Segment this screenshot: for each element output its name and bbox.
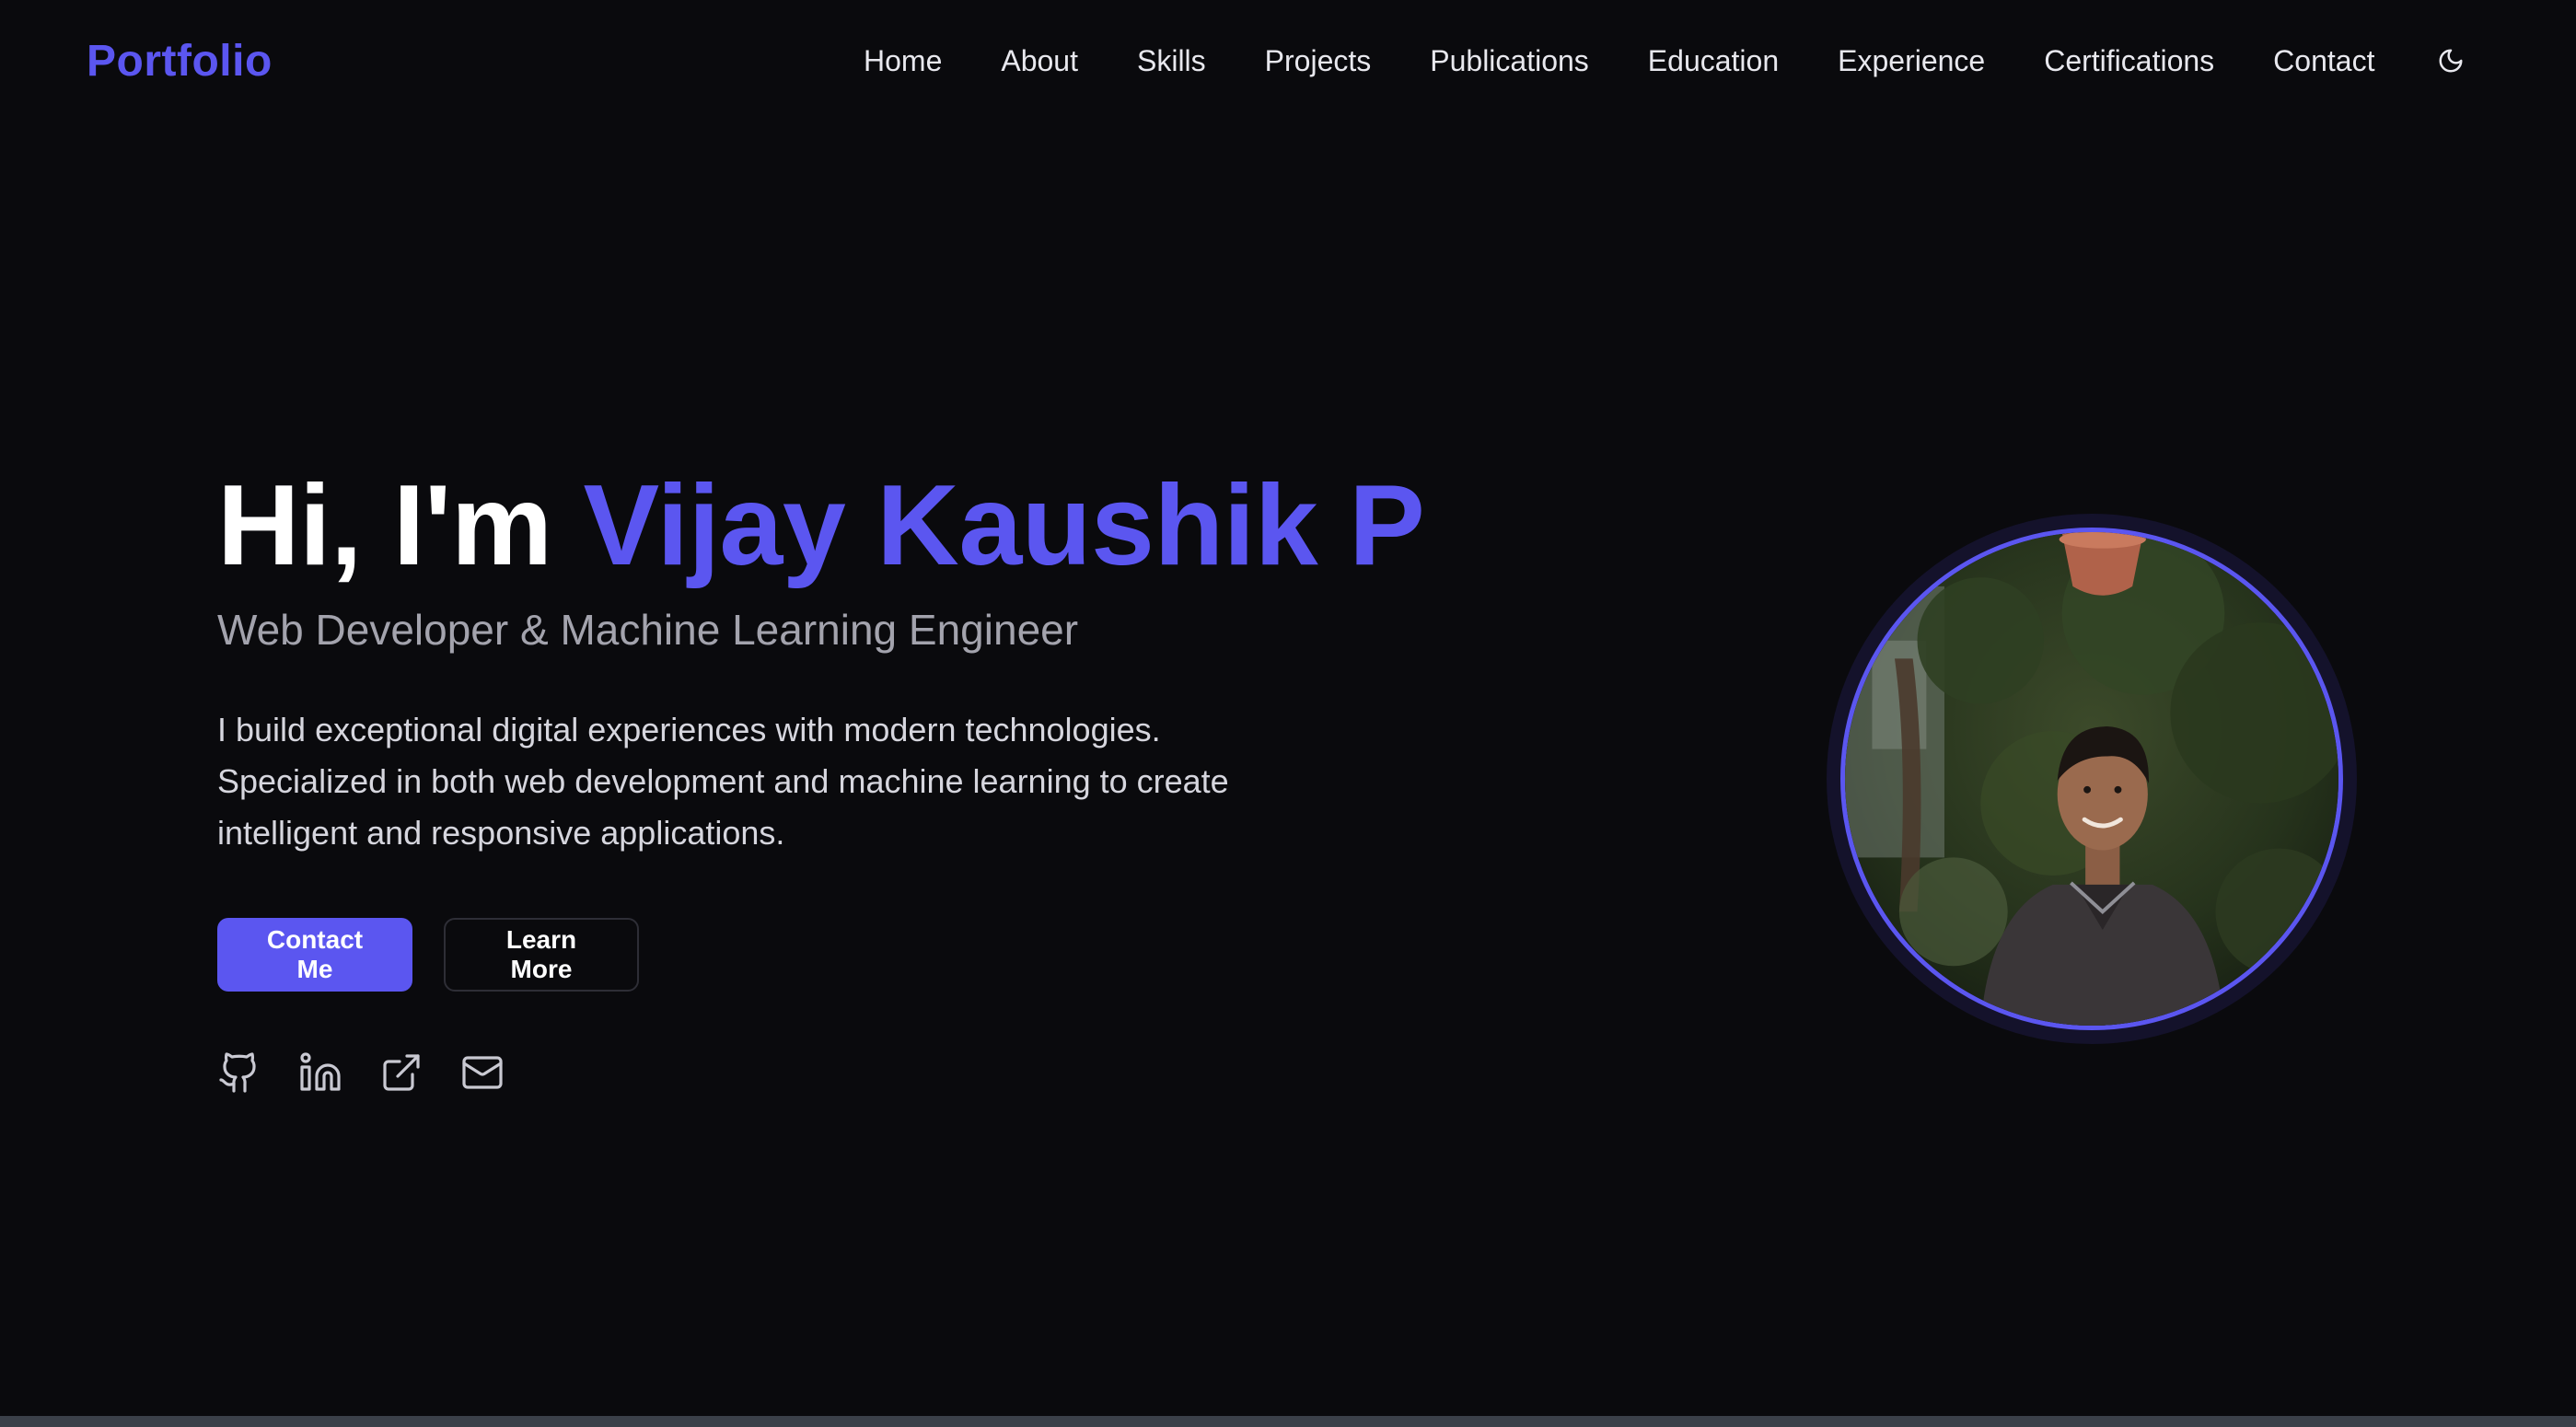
bottom-scroll-bar [0,1416,2576,1427]
portrait-halo [1827,514,2357,1044]
nav-link-about[interactable]: About [1001,44,1078,78]
hero-heading: Hi, I'm Vijay Kaushik P [217,460,1506,592]
linkedin-icon [300,1051,341,1091]
contact-me-button[interactable]: Contact Me [217,917,412,992]
mail-icon [462,1055,503,1089]
github-icon [219,1051,256,1093]
linkedin-link[interactable] [298,1050,342,1095]
hero-subtitle: Web Developer & Machine Learning Enginee… [217,605,1079,654]
nav-link-skills[interactable]: Skills [1137,44,1206,78]
nav-link-education[interactable]: Education [1648,44,1779,78]
social-links [217,1050,1506,1095]
greeting-prefix: Hi, I'm [217,462,584,589]
theme-toggle-button[interactable] [2431,41,2471,81]
hero-section: Hi, I'm Vijay Kaushik P Web Developer & … [217,460,1506,1095]
external-link[interactable] [379,1050,424,1095]
hero-description: I build exceptional digital experiences … [217,710,1229,852]
external-link-icon [383,1053,420,1091]
github-link[interactable] [217,1050,261,1095]
nav-link-home[interactable]: Home [864,44,942,78]
navbar: Portfolio Home About Skills Projects Pub… [0,0,2576,122]
learn-more-button[interactable]: Learn More [444,917,639,992]
nav-link-projects[interactable]: Projects [1265,44,1372,78]
hero-name: Vijay Kaushik P [583,462,1425,589]
nav-link-contact[interactable]: Contact [2273,44,2374,78]
mail-link[interactable] [460,1050,505,1095]
profile-photo-illustration [1845,532,2338,1026]
brand-logo[interactable]: Portfolio [87,36,273,87]
nav-link-experience[interactable]: Experience [1838,44,1985,78]
moon-icon [2439,49,2463,73]
cta-row: Contact Me Learn More [217,917,1506,992]
nav-link-publications[interactable]: Publications [1430,44,1589,78]
nav-links: Home About Skills Projects Publications … [864,0,2374,122]
profile-photo [1840,528,2343,1030]
nav-link-certifications[interactable]: Certifications [2044,44,2214,78]
